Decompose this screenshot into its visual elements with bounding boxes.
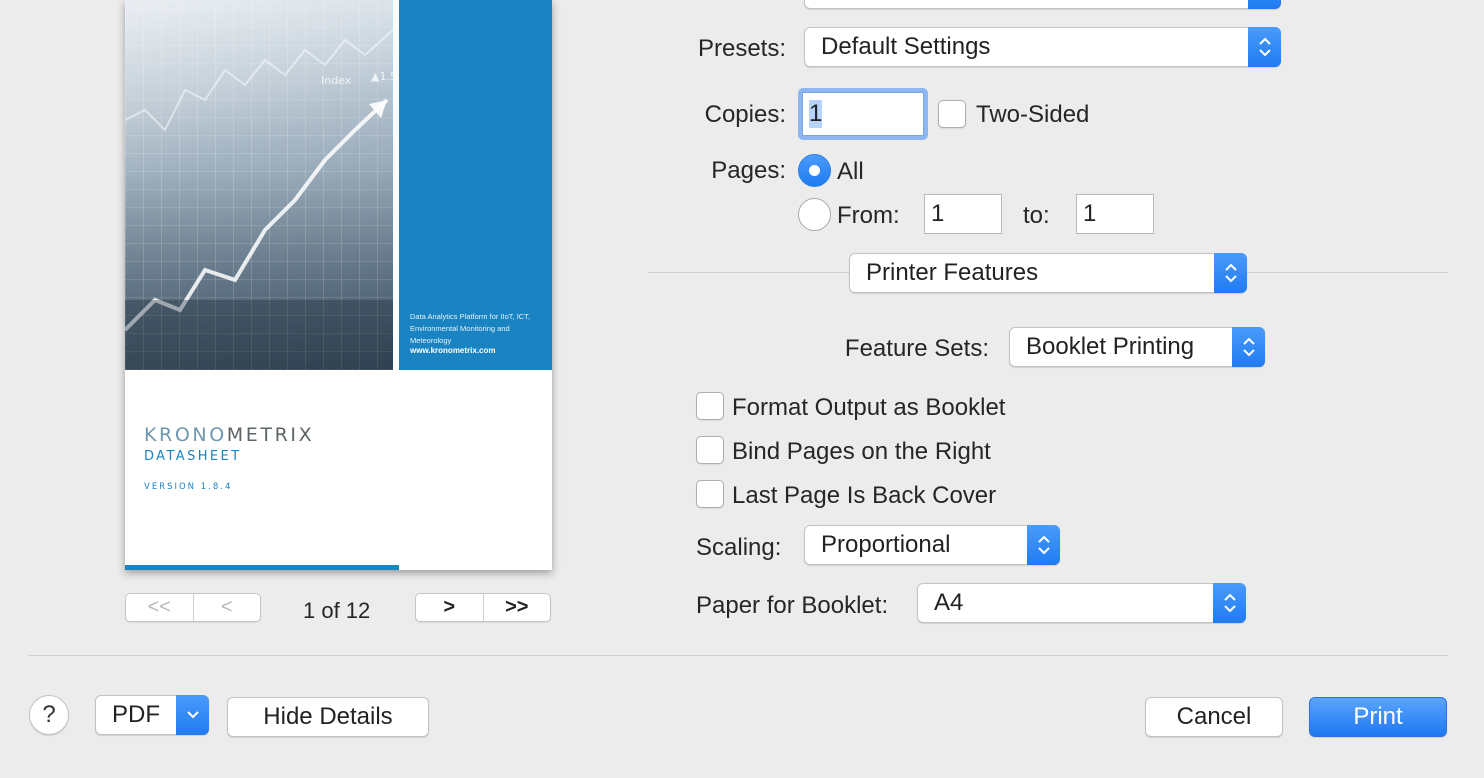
cancel-button[interactable]: Cancel	[1145, 697, 1283, 737]
brand-logo: KRONOMETRIX	[144, 424, 315, 446]
page-indicator: 1 of 12	[303, 598, 371, 623]
previous-page-button[interactable]: <	[192, 594, 261, 621]
copies-field[interactable]: 1	[802, 92, 924, 136]
pages-label: Pages:	[711, 157, 786, 184]
page-nav-forward: > >>	[415, 593, 551, 622]
pages-range-radio[interactable]	[798, 198, 831, 231]
format-booklet-checkbox[interactable]	[696, 392, 724, 420]
paper-popup[interactable]: A4	[917, 583, 1246, 623]
scaling-value: Proportional	[821, 531, 951, 558]
pages-from-field[interactable]: 1	[924, 194, 1002, 234]
back-cover-label: Last Page Is Back Cover	[732, 482, 997, 509]
footer-divider	[28, 655, 1448, 656]
cover-blue-panel: Data Analytics Platform for IIoT, ICT, E…	[399, 0, 552, 370]
two-sided-checkbox[interactable]	[938, 100, 966, 128]
copies-label: Copies:	[704, 101, 786, 128]
pdf-label: PDF	[112, 701, 160, 728]
scaling-label: Scaling:	[696, 534, 782, 561]
next-page-button[interactable]: >	[416, 594, 483, 621]
print-button[interactable]: Print	[1309, 697, 1447, 737]
first-page-button[interactable]: <<	[126, 594, 193, 621]
cover-url: www.kronometrix.com	[410, 346, 496, 355]
cover-subtitle: DATASHEET	[144, 449, 242, 464]
feature-sets-value: Booklet Printing	[1026, 333, 1195, 360]
cover-footer-bar	[125, 565, 399, 570]
chevron-updown-icon	[1027, 525, 1060, 565]
chart-overlay-text: Index	[321, 74, 352, 87]
pdf-menu-button[interactable]: PDF	[95, 695, 209, 735]
paper-label: Paper for Booklet:	[696, 592, 889, 619]
pages-to-label: to:	[1023, 202, 1050, 229]
pages-from-label: From:	[837, 202, 900, 229]
chevron-updown-icon	[1213, 583, 1246, 623]
page-preview: Index ▲1.5 Data Analytics Platform for I…	[125, 0, 552, 570]
last-page-button[interactable]: >>	[482, 594, 551, 621]
chevron-updown-icon	[1248, 0, 1281, 9]
pages-to-field[interactable]: 1	[1076, 194, 1154, 234]
two-sided-label: Two-Sided	[976, 101, 1090, 128]
presets-popup[interactable]: Default Settings	[804, 27, 1281, 67]
help-button[interactable]: ?	[29, 695, 69, 735]
cover-tagline: Data Analytics Platform for IIoT, ICT, E…	[410, 312, 531, 345]
chart-overlay-value: ▲1.5	[371, 70, 393, 83]
presets-label: Presets:	[697, 35, 786, 62]
cover-version: VERSION 1.8.4	[144, 482, 233, 492]
hide-details-button[interactable]: Hide Details	[227, 697, 429, 737]
chevron-updown-icon	[1232, 327, 1265, 367]
chevron-updown-icon	[1214, 253, 1247, 293]
section-popup[interactable]: Printer Features	[849, 253, 1247, 293]
feature-sets-popup[interactable]: Booklet Printing	[1009, 327, 1265, 367]
page-nav-back: << <	[125, 593, 261, 622]
bind-right-label: Bind Pages on the Right	[732, 438, 991, 465]
feature-sets-label: Feature Sets:	[844, 335, 989, 362]
bind-right-checkbox[interactable]	[696, 436, 724, 464]
printer-popup[interactable]	[804, 0, 1281, 9]
pages-all-radio[interactable]	[798, 154, 831, 187]
scaling-popup[interactable]: Proportional	[804, 525, 1060, 565]
presets-value: Default Settings	[821, 33, 991, 60]
pages-all-label: All	[837, 158, 864, 185]
chevron-down-icon	[176, 695, 209, 735]
cover-image: Index ▲1.5	[125, 0, 393, 370]
chevron-updown-icon	[1248, 27, 1281, 67]
copies-focus-ring: 1	[798, 88, 928, 140]
format-booklet-label: Format Output as Booklet	[732, 394, 1006, 421]
section-value: Printer Features	[866, 259, 1039, 286]
back-cover-checkbox[interactable]	[696, 480, 724, 508]
paper-value: A4	[934, 589, 964, 616]
